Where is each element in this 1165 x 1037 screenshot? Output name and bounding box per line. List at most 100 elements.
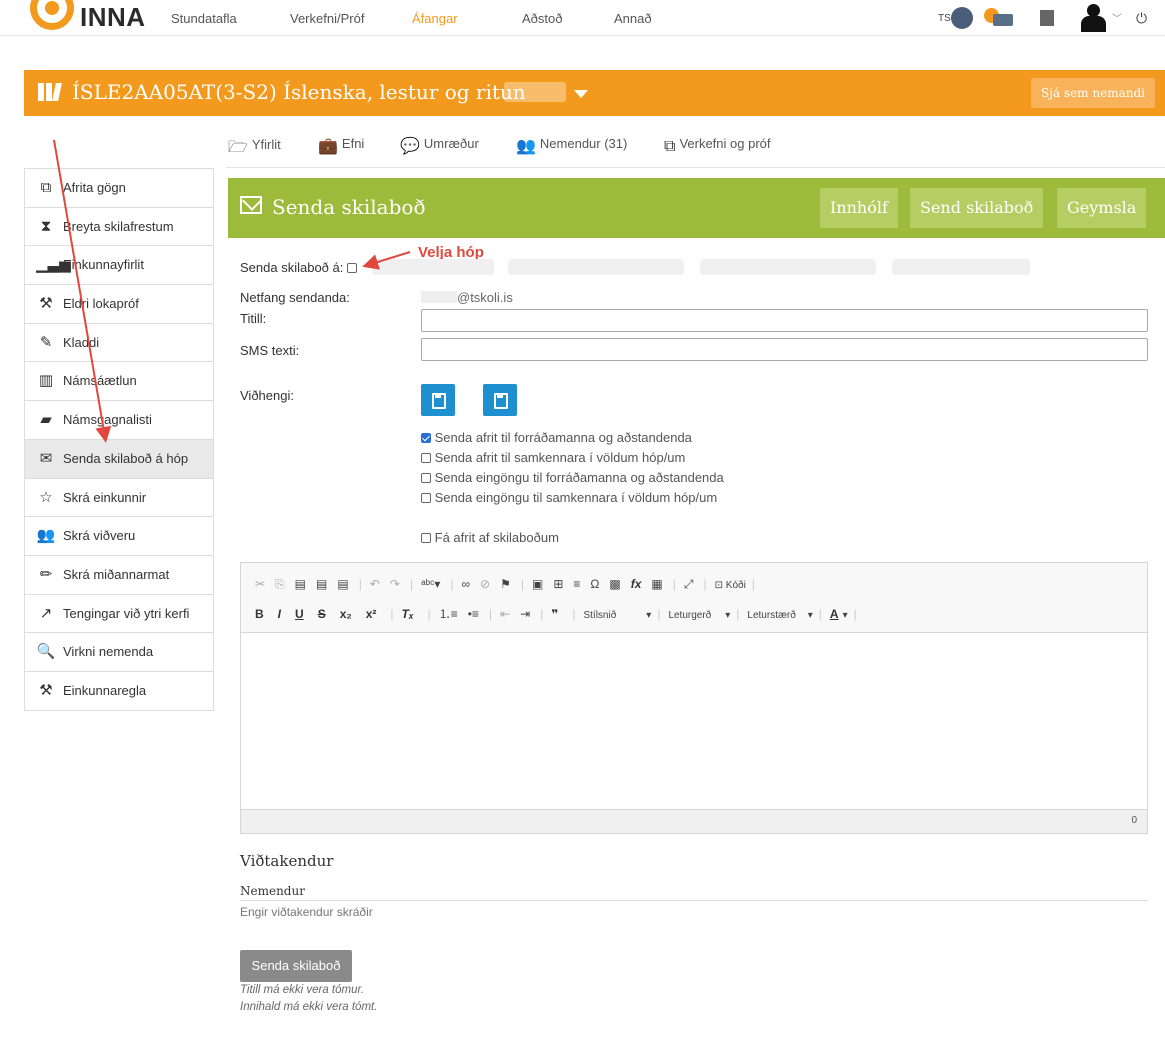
tab-nemendur[interactable]: 👥 Nemendur (31): [516, 136, 627, 156]
bullet-list-icon[interactable]: •≡: [468, 607, 479, 621]
group-chip-redacted[interactable]: [700, 259, 876, 275]
undo-icon[interactable]: ↶: [370, 577, 380, 591]
subscript-icon[interactable]: x₂: [340, 607, 352, 621]
send-to-checkbox[interactable]: [346, 263, 357, 273]
unlink-icon[interactable]: ⊘: [480, 577, 490, 591]
sidebar-item-senda-skilabod[interactable]: ✉ Senda skilaboð á hóp: [25, 439, 213, 479]
sidebar-item-skra-einkunnir[interactable]: ☆ Skrá einkunnir: [25, 479, 213, 518]
formula-icon[interactable]: fx: [631, 577, 642, 591]
tab-efni[interactable]: 💼 Efni: [318, 136, 364, 156]
checkbox[interactable]: [421, 453, 431, 463]
remove-format-icon[interactable]: Tₓ: [402, 607, 414, 621]
numbered-list-icon[interactable]: ⒈≡: [439, 607, 458, 621]
tab-umraedur[interactable]: 💬 Umræður: [400, 136, 479, 156]
link-icon[interactable]: ∞: [461, 577, 470, 591]
sidebar-item-skra-vidveru[interactable]: 👥 Skrá viðveru: [25, 517, 213, 556]
chevron-down-icon[interactable]: ﹀: [1112, 10, 1122, 25]
caret-down-icon[interactable]: [574, 90, 588, 98]
group-chip-redacted[interactable]: [508, 259, 684, 275]
storage-button[interactable]: Geymsla: [1057, 188, 1147, 228]
attach-file-button[interactable]: [483, 384, 517, 416]
font-size-dropdown[interactable]: Leturstærð: [747, 610, 795, 621]
superscript-icon[interactable]: x²: [366, 607, 377, 621]
sidebar-item-kladdi[interactable]: ✎ Kladdi: [25, 324, 213, 363]
copy-icon[interactable]: ⎘: [275, 577, 285, 591]
iframe-icon[interactable]: ▩: [609, 577, 620, 591]
sidebar-item-namsgagnalisti[interactable]: ▰ Námsgagnalisti: [25, 401, 213, 440]
redo-icon[interactable]: ↷: [390, 577, 400, 591]
nav-afangar[interactable]: Áfangar: [412, 11, 458, 26]
messages-icon[interactable]: [984, 8, 1018, 28]
sidebar-item-afrita-gogn[interactable]: ⧉ Afrita gögn: [25, 169, 213, 208]
checkbox-copy-to-self[interactable]: Fá afrit af skilaboðum: [421, 530, 559, 545]
checkbox-only-coteachers[interactable]: Senda eingöngu til samkennara í völdum h…: [421, 490, 717, 505]
outdent-icon[interactable]: ⇤: [500, 607, 510, 621]
chevron-down-icon[interactable]: ▾: [725, 610, 730, 621]
sidebar-item-tengingar[interactable]: ↗ Tengingar við ytri kerfi: [25, 595, 213, 634]
checkbox[interactable]: [421, 533, 431, 543]
tab-yfirlit[interactable]: 🗁 Yfirlit: [228, 136, 281, 163]
checkbox-copy-guardians[interactable]: Senda afrit til forráðamanna og aðstande…: [421, 430, 692, 445]
user-avatar-icon[interactable]: [1080, 4, 1106, 32]
horizontal-line-icon[interactable]: ≡: [573, 577, 580, 591]
group-chip-redacted[interactable]: [892, 259, 1030, 275]
nav-adstod[interactable]: Aðstoð: [522, 11, 562, 26]
maximize-icon[interactable]: ⤢: [684, 577, 694, 591]
sidebar-item-eldri-lokaprof[interactable]: ⚒ Eldri lokapróf: [25, 285, 213, 324]
special-char-icon[interactable]: Ω: [590, 577, 599, 591]
cut-icon[interactable]: ✂: [255, 577, 265, 591]
sidebar-item-einkunnayfirlit[interactable]: ▁▃▅ Einkunnayfirlit: [25, 246, 213, 286]
calendar-icon[interactable]: [951, 7, 973, 29]
chevron-down-icon[interactable]: ▾: [843, 610, 848, 621]
tab-verkefni-og-prof[interactable]: ⧉ Verkefni og próf: [664, 136, 771, 156]
send-message-button[interactable]: Senda skilaboð: [240, 950, 352, 982]
blockquote-icon[interactable]: ❞: [551, 607, 558, 621]
nav-annad[interactable]: Annað: [614, 11, 652, 26]
brand-name[interactable]: INNA: [80, 2, 146, 33]
checkbox[interactable]: [421, 493, 431, 503]
group-chip-redacted[interactable]: [372, 259, 494, 275]
paste-icon[interactable]: ▤: [295, 577, 306, 591]
title-input[interactable]: [421, 309, 1148, 332]
source-button[interactable]: ⊡ Kóði: [715, 580, 746, 591]
sms-input[interactable]: [421, 338, 1148, 361]
chevron-down-icon[interactable]: ▾: [646, 610, 651, 621]
spellcheck-icon[interactable]: ᵃᵇᶜ▾: [421, 577, 440, 591]
underline-icon[interactable]: U: [295, 607, 304, 621]
message-panel-header: Senda skilaboð Innhólf Send skilaboð Gey…: [228, 178, 1165, 238]
nav-verkefni-prof[interactable]: Verkefni/Próf: [290, 11, 364, 26]
chevron-down-icon[interactable]: ▾: [808, 610, 813, 621]
checkbox[interactable]: [421, 433, 431, 443]
calculator-icon[interactable]: [1040, 10, 1054, 26]
inna-logo[interactable]: [30, 0, 74, 30]
indent-icon[interactable]: ⇥: [520, 607, 530, 621]
text-color-icon[interactable]: A: [830, 607, 839, 621]
table-icon[interactable]: ⊞: [553, 577, 563, 591]
sidebar-item-skra-midannarmat[interactable]: ✏ Skrá miðannarmat: [25, 556, 213, 595]
bold-icon[interactable]: B: [255, 607, 264, 621]
style-dropdown[interactable]: Stílsnið: [583, 610, 616, 621]
search-icon: 🔍: [36, 643, 56, 661]
view-as-student-button[interactable]: Sjá sem nemandi: [1031, 78, 1155, 108]
media-icon[interactable]: ▦: [651, 577, 662, 591]
sidebar-item-namsaaetlun[interactable]: ▥ Námsáætlun: [25, 362, 213, 402]
power-icon[interactable]: ⏻: [1136, 10, 1147, 27]
nav-stundatafla[interactable]: Stundatafla: [171, 11, 237, 26]
strikethrough-icon[interactable]: S: [318, 607, 326, 621]
checkbox-copy-coteachers[interactable]: Senda afrit til samkennara í völdum hóp/…: [421, 450, 685, 465]
font-dropdown[interactable]: Leturgerð: [668, 610, 711, 621]
paste-word-icon[interactable]: ▤: [337, 577, 348, 591]
editor-content-area[interactable]: [241, 633, 1147, 809]
sidebar-item-virkni-nemenda[interactable]: 🔍 Virkni nemenda: [25, 633, 213, 672]
image-icon[interactable]: ▣: [532, 577, 543, 591]
paste-text-icon[interactable]: ▤: [316, 577, 327, 591]
inbox-button[interactable]: Innhólf: [820, 188, 898, 228]
attach-file-button[interactable]: [421, 384, 455, 416]
anchor-flag-icon[interactable]: ⚑: [500, 577, 511, 591]
sent-messages-button[interactable]: Send skilaboð: [910, 188, 1044, 228]
sidebar-item-breyta-skilafrestum[interactable]: ⧗ Breyta skilafrestum: [25, 208, 213, 247]
checkbox[interactable]: [421, 473, 431, 483]
italic-icon[interactable]: I: [278, 607, 281, 621]
checkbox-only-guardians[interactable]: Senda eingöngu til forráðamanna og aðsta…: [421, 470, 724, 485]
sidebar-item-einkunnaregla[interactable]: ⚒ Einkunnaregla: [25, 672, 213, 711]
